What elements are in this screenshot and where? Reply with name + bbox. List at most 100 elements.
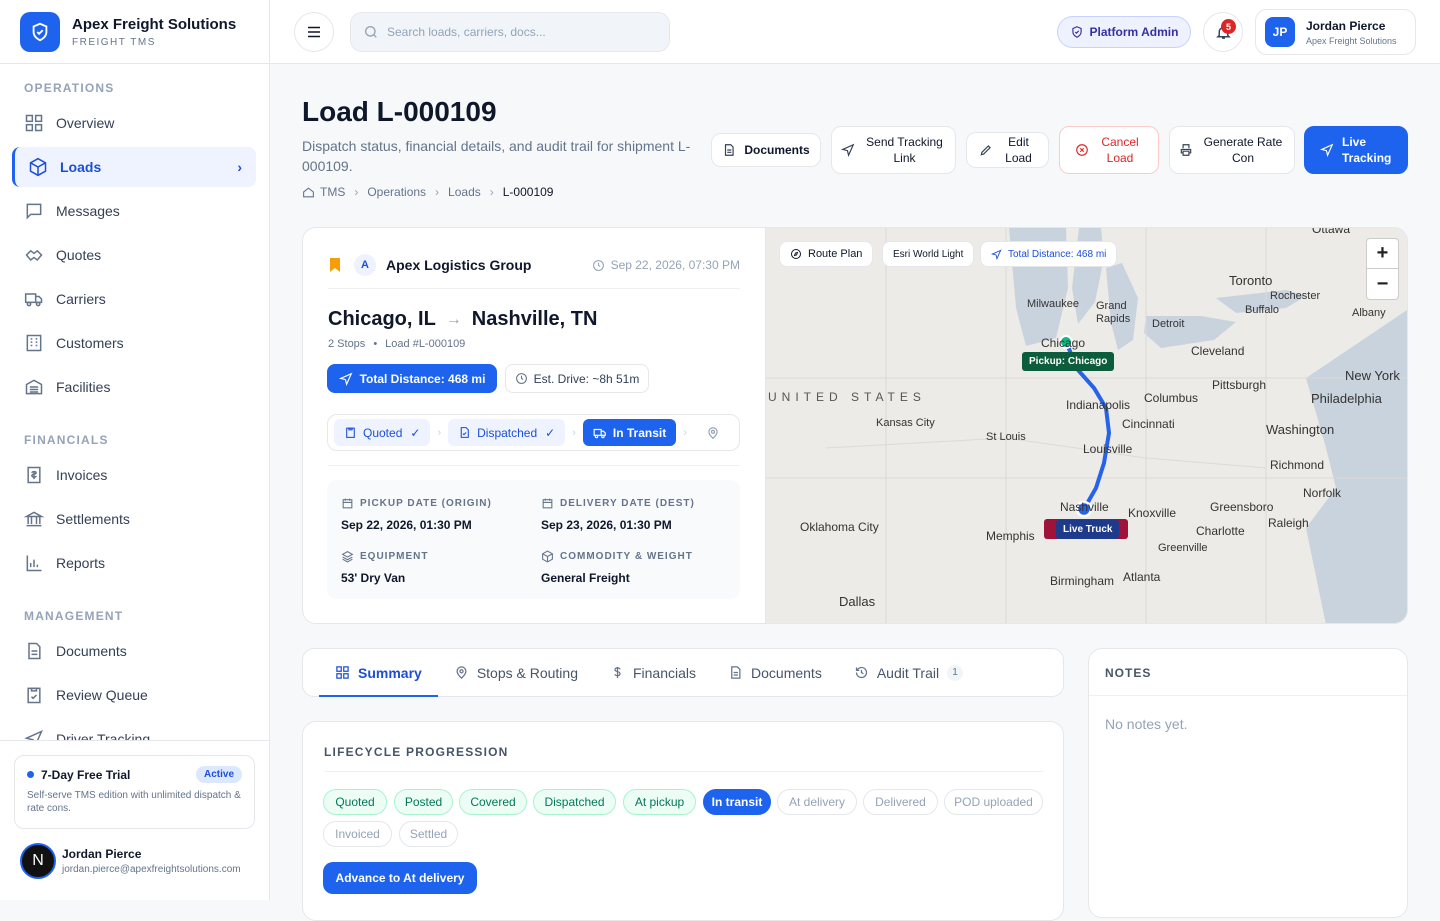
sidebar-item-driver-tracking[interactable]: Driver Tracking: [12, 719, 256, 740]
sidebar-item-label: Invoices: [56, 467, 108, 483]
map-label: Louisville: [1083, 442, 1133, 456]
breadcrumb-loads[interactable]: Loads: [448, 185, 481, 199]
document-icon: [725, 144, 734, 156]
brand[interactable]: Apex Freight Solutions FREIGHT TMS: [0, 0, 269, 64]
map-label: Indianapolis: [1066, 398, 1131, 412]
map-label: Raleigh: [1268, 516, 1309, 530]
step-in-transit[interactable]: In Transit: [582, 419, 677, 446]
sidebar-item-label: Loads: [60, 159, 102, 175]
lifecycle-stage-covered: Covered: [459, 789, 527, 815]
chevron-right-icon: ›: [435, 185, 440, 199]
load-details-grid: PICKUP DATE (ORIGIN) Sep 22, 2026, 01:30…: [327, 480, 740, 599]
sidebar-item-facilities[interactable]: Facilities: [12, 367, 256, 407]
sidebar-item-messages[interactable]: Messages: [12, 191, 256, 231]
invoice-icon: [27, 466, 41, 484]
trial-card[interactable]: 7-Day Free Trial Active Self-serve TMS e…: [14, 755, 255, 829]
send-tracking-link-button[interactable]: Send Tracking Link: [831, 126, 956, 174]
map-label: Chicago: [1041, 336, 1086, 350]
chevron-right-icon: ›: [683, 426, 687, 439]
chevron-right-icon: ›: [237, 159, 242, 175]
sidebar-item-label: Overview: [56, 115, 115, 131]
carrier-name[interactable]: Apex Logistics Group: [386, 257, 531, 273]
sidebar-item-customers[interactable]: Customers: [12, 323, 256, 363]
basemap-pill[interactable]: Esri World Light: [882, 241, 975, 267]
profile-name: Jordan Pierce: [1306, 18, 1386, 33]
sidebar-item-reports[interactable]: Reports: [12, 543, 256, 583]
step-label: In Transit: [612, 425, 667, 440]
user-menu[interactable]: N Jordan Pierce jordan.pierce@apexfreigh…: [20, 843, 241, 879]
tab-financials[interactable]: Financials: [594, 649, 712, 697]
sidebar-nav: OPERATIONS Overview Loads › Messages Quo…: [0, 64, 269, 740]
menu-button[interactable]: [294, 12, 334, 52]
box-icon: [542, 550, 553, 563]
map-distance-label: Total Distance: 468 mi: [1008, 248, 1107, 260]
tab-label: Stops & Routing: [476, 664, 578, 681]
map-label: Oklahoma City: [800, 520, 879, 534]
lifecycle-stage-delivered: Delivered: [863, 789, 938, 815]
breadcrumb-operations[interactable]: Operations: [367, 185, 426, 199]
lifecycle-stage-pod-uploaded: POD uploaded: [944, 789, 1043, 815]
sidebar-item-loads[interactable]: Loads ›: [12, 147, 256, 187]
step-dispatched[interactable]: Dispatched ✓: [448, 419, 566, 446]
route-plan-pill[interactable]: Route Plan: [779, 241, 874, 267]
sidebar-item-settlements[interactable]: Settlements: [12, 499, 256, 539]
search-box[interactable]: [350, 12, 670, 52]
advance-status-button[interactable]: Advance to At delivery: [323, 862, 477, 894]
navigation-icon: [338, 372, 352, 386]
trial-title: 7-Day Free Trial: [41, 767, 131, 782]
zoom-in-button[interactable]: +: [1367, 239, 1398, 269]
tab-label: Audit Trail: [876, 664, 940, 681]
search-input[interactable]: [387, 25, 657, 39]
documents-button[interactable]: Documents: [711, 133, 821, 167]
platform-admin-button[interactable]: Platform Admin: [1057, 16, 1191, 48]
building-icon: [26, 334, 42, 352]
map-pin-icon[interactable]: [706, 426, 720, 440]
sidebar-item-carriers[interactable]: Carriers: [12, 279, 256, 319]
commodity-label: COMMODITY & WEIGHT: [560, 551, 693, 562]
breadcrumb-tms[interactable]: TMS: [320, 185, 345, 199]
tab-summary[interactable]: Summary: [319, 649, 438, 697]
map-pin-icon: [456, 666, 467, 679]
route-meta: 2 Stops • Load #L-000109: [328, 338, 466, 350]
user-name: Jordan Pierce: [62, 847, 142, 861]
sidebar-item-documents[interactable]: Documents: [12, 631, 256, 671]
truck-tooltip: Live Truck: [1056, 520, 1120, 539]
tab-count-badge: 1: [947, 664, 964, 681]
check-icon: ✓: [545, 425, 556, 440]
truck-icon: [593, 428, 606, 438]
x-circle-icon: [1076, 144, 1088, 156]
user-email: jordan.pierce@apexfreightsolutions.com: [62, 864, 241, 875]
map-label: Kansas City: [876, 417, 935, 429]
sidebar-item-invoices[interactable]: Invoices: [12, 455, 256, 495]
sidebar-item-review-queue[interactable]: Review Queue: [12, 675, 256, 715]
step-quoted[interactable]: Quoted ✓: [334, 419, 431, 446]
tab-documents[interactable]: Documents: [712, 649, 838, 697]
live-tracking-button[interactable]: Live Tracking: [1304, 126, 1408, 174]
route-map[interactable]: Route Plan Esri World Light Total Distan…: [765, 228, 1407, 623]
tab-stops-routing[interactable]: Stops & Routing: [438, 649, 594, 697]
sidebar-item-label: Reports: [56, 555, 106, 571]
edit-load-button[interactable]: Edit Load: [966, 132, 1049, 168]
nav-section-management: MANAGEMENT: [24, 609, 124, 623]
chevron-right-icon: ›: [437, 426, 442, 439]
lifecycle-stage-posted: Posted: [394, 789, 453, 815]
home-icon: [303, 186, 314, 197]
lifecycle-stage-in-transit: In transit: [703, 789, 771, 815]
map-label: Grand Rapids: [1096, 300, 1131, 325]
status-dot: [27, 771, 34, 778]
notifications-button[interactable]: 5: [1203, 12, 1243, 52]
profile-menu[interactable]: JP Jordan Pierce Apex Freight Solutions: [1255, 9, 1416, 55]
map-label: Albany: [1352, 307, 1386, 319]
breadcrumb-current: L-000109: [502, 185, 554, 199]
bookmark-icon[interactable]: [328, 257, 342, 273]
tab-audit-trail[interactable]: Audit Trail 1: [838, 649, 979, 697]
sidebar-item-label: Documents: [56, 643, 127, 659]
sidebar-item-overview[interactable]: Overview: [12, 103, 256, 143]
cancel-load-button[interactable]: Cancel Load: [1059, 126, 1159, 174]
map-label: UNITED STATES: [768, 390, 926, 404]
generate-rate-con-button[interactable]: Generate Rate Con: [1169, 126, 1295, 174]
sidebar-item-quotes[interactable]: Quotes: [12, 235, 256, 275]
divider: [328, 288, 740, 289]
divider: [0, 740, 269, 741]
zoom-out-button[interactable]: −: [1367, 269, 1398, 299]
